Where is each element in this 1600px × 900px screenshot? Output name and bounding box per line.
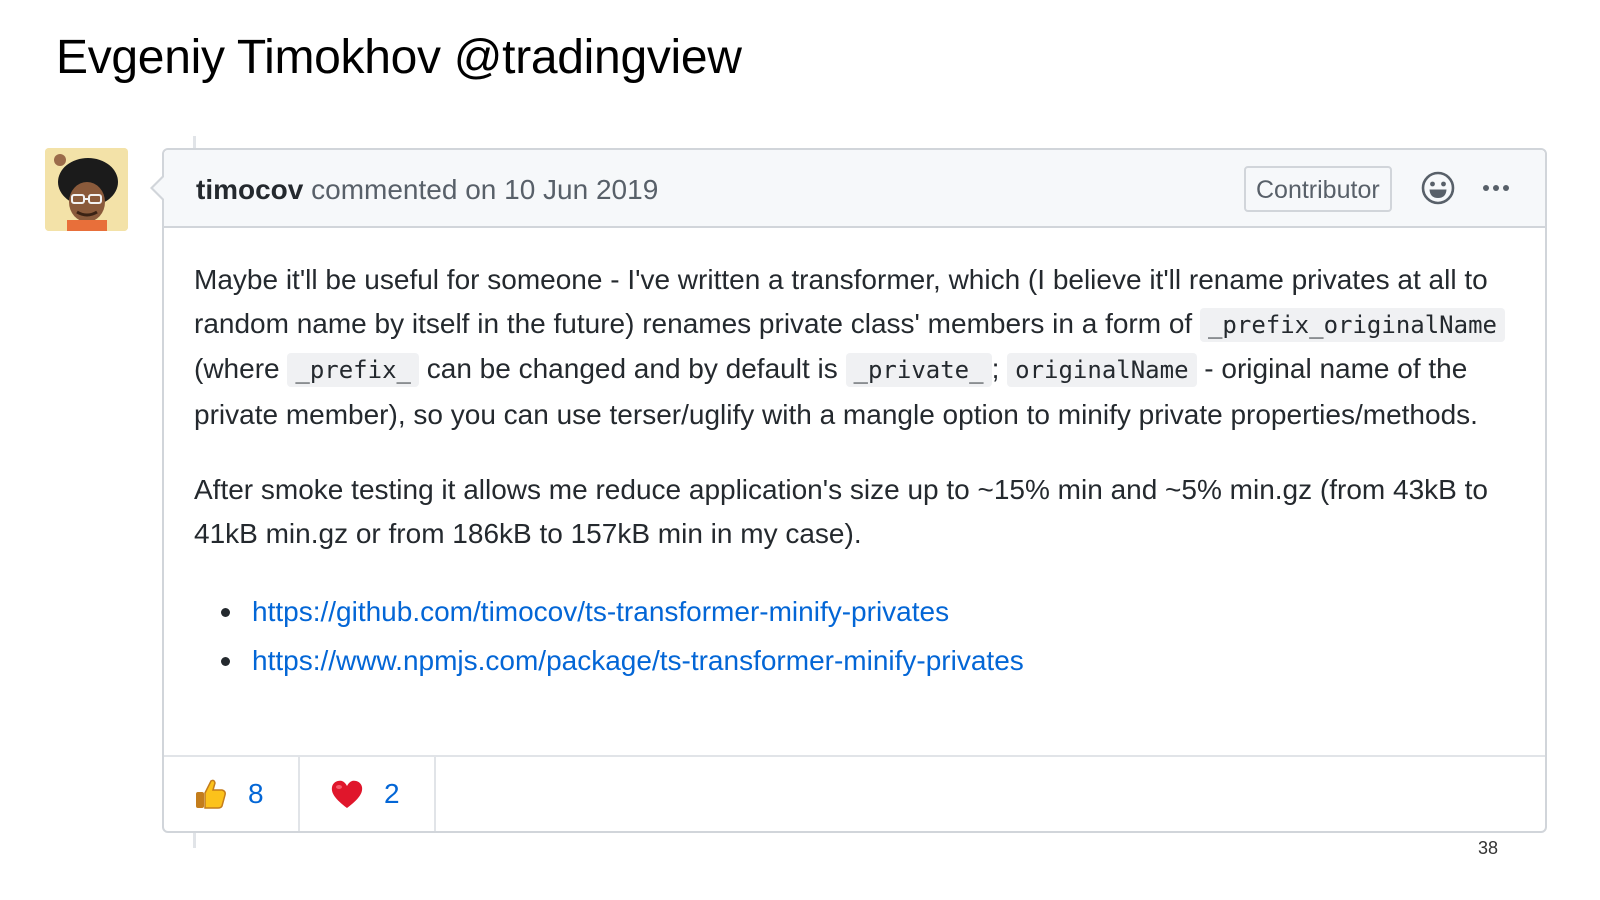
smiley-icon[interactable] — [1420, 170, 1456, 206]
slide-title: Evgeniy Timokhov @tradingview — [56, 31, 742, 84]
comment-paragraph-2: After smoke testing it allows me reduce … — [194, 474, 1488, 549]
comment-box: timocov commented on 10 Jun 2019 Contrib… — [150, 148, 1547, 833]
reactions-bar: 8 2 — [164, 755, 1545, 831]
inline-code: _prefix_originalName — [1199, 307, 1505, 342]
comment-meta: commented on 10 Jun 2019 — [311, 174, 659, 205]
paragraph-text: can be changed and by default is — [418, 353, 846, 384]
reaction-count: 2 — [384, 778, 400, 809]
inline-code: _prefix_ — [287, 353, 419, 387]
page-number: 38 — [1478, 838, 1499, 858]
paragraph-text: (where — [194, 353, 288, 384]
heart-icon — [331, 780, 363, 808]
github-link[interactable]: https://github.com/timocov/ts-transforme… — [252, 596, 949, 627]
npm-link[interactable]: https://www.npmjs.com/package/ts-transfo… — [252, 645, 1024, 676]
thumbs-up-icon — [196, 779, 226, 809]
links-list: https://github.com/timocov/ts-transforme… — [194, 587, 1514, 685]
list-item: https://www.npmjs.com/package/ts-transfo… — [194, 636, 1514, 685]
reaction-count: 8 — [248, 778, 264, 809]
reaction-thumbs-up[interactable]: 8 — [164, 757, 300, 831]
inline-code: originalName — [1007, 353, 1197, 387]
comment-body: Maybe it'll be useful for someone - I've… — [194, 258, 1514, 685]
comment-paragraph-1: Maybe it'll be useful for someone - I've… — [194, 258, 1514, 436]
paragraph-text: ; — [991, 353, 1008, 384]
kebab-horizontal-icon[interactable] — [1478, 170, 1514, 206]
comment-header-text: timocov commented on 10 Jun 2019 — [196, 174, 658, 206]
comment-header: timocov commented on 10 Jun 2019 Contrib… — [164, 150, 1545, 228]
list-item: https://github.com/timocov/ts-transforme… — [194, 587, 1514, 636]
reaction-heart[interactable]: 2 — [300, 757, 436, 831]
avatar[interactable] — [45, 148, 128, 231]
author-link[interactable]: timocov — [196, 174, 303, 205]
avatar-image — [45, 148, 128, 231]
inline-code: _private_ — [845, 353, 992, 387]
contributor-badge: Contributor — [1244, 166, 1392, 212]
